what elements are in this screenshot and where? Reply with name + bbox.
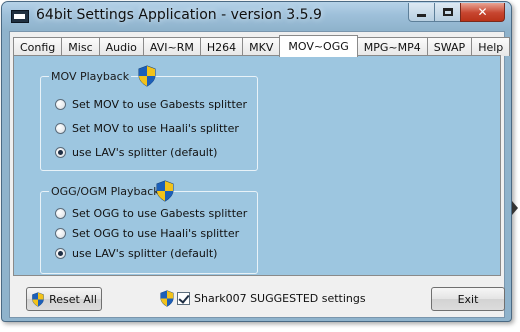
window-title: 64bit Settings Application - version 3.5… <box>36 7 322 23</box>
tab-help[interactable]: Help <box>471 37 511 56</box>
uac-shield-icon <box>159 290 175 307</box>
ogg-playback-group: OGG/OGM Playback Set OGG to use Gabests … <box>40 180 258 274</box>
uac-shield-icon <box>31 291 45 307</box>
minimize-button[interactable] <box>408 3 435 22</box>
ogg-option-gabest[interactable]: Set OGG to use Gabests splitter <box>55 206 247 220</box>
mov-option-gabest-label: Set MOV to use Gabests splitter <box>72 97 248 111</box>
tab-audio[interactable]: Audio <box>98 37 144 56</box>
uac-shield-icon <box>155 180 175 202</box>
close-icon: ✕ <box>477 5 488 19</box>
ogg-group-title: OGG/OGM Playback <box>49 185 162 198</box>
mov-option-haali[interactable]: Set MOV to use Haali's splitter <box>55 121 239 135</box>
title-bar[interactable]: 64bit Settings Application - version 3.5… <box>2 2 511 30</box>
mov-option-gabest[interactable]: Set MOV to use Gabests splitter <box>55 97 247 111</box>
tab-misc[interactable]: Misc <box>61 37 100 56</box>
maximize-button[interactable] <box>434 3 461 22</box>
app-icon[interactable] <box>11 10 29 23</box>
suggested-settings-checkbox[interactable] <box>177 292 190 305</box>
mov-ogg-panel: MOV Playback Set MOV to use Gabests spli… <box>13 55 501 276</box>
resize-arrow-icon <box>512 201 518 215</box>
mov-option-haali-label: Set MOV to use Haali's splitter <box>72 121 239 135</box>
tab-mpg-mp4[interactable]: MPG~MP4 <box>356 37 428 56</box>
mov-option-lav-label: use LAV's splitter (default) <box>72 145 218 159</box>
mov-radio-haali[interactable] <box>55 122 66 134</box>
ogg-radio-haali[interactable] <box>55 227 66 239</box>
tab-config[interactable]: Config <box>13 37 63 56</box>
client-area: Config Misc Audio AVI~RM H264 MKV MOV~OG… <box>9 31 511 318</box>
ogg-radio-lav[interactable] <box>55 247 66 259</box>
ogg-option-haali[interactable]: Set OGG to use Haali's splitter <box>55 226 239 240</box>
minimize-icon <box>417 13 426 17</box>
ogg-option-haali-label: Set OGG to use Haali's splitter <box>72 226 240 240</box>
suggested-settings-option[interactable]: Shark007 SUGGESTED settings <box>159 290 366 307</box>
tab-mkv[interactable]: MKV <box>242 37 281 56</box>
app-window: 64bit Settings Application - version 3.5… <box>1 1 512 322</box>
tab-h264[interactable]: H264 <box>199 37 244 56</box>
ogg-option-lav-label: use LAV's splitter (default) <box>72 246 218 260</box>
mov-radio-lav[interactable] <box>55 146 66 158</box>
reset-all-label: Reset All <box>49 292 97 306</box>
mov-group-title: MOV Playback <box>49 70 132 83</box>
reset-all-button[interactable]: Reset All <box>26 287 102 311</box>
tab-strip: Config Misc Audio AVI~RM H264 MKV MOV~OG… <box>13 35 511 57</box>
close-button[interactable]: ✕ <box>460 3 505 22</box>
suggested-settings-label: Shark007 SUGGESTED settings <box>194 292 366 305</box>
ogg-option-gabest-label: Set OGG to use Gabests splitter <box>72 206 248 220</box>
ogg-option-lav[interactable]: use LAV's splitter (default) <box>55 246 217 260</box>
ogg-radio-gabest[interactable] <box>55 207 66 219</box>
tab-avi-rm[interactable]: AVI~RM <box>142 37 201 56</box>
uac-shield-icon <box>137 65 157 87</box>
exit-button[interactable]: Exit <box>431 287 505 311</box>
mov-option-lav[interactable]: use LAV's splitter (default) <box>55 145 217 159</box>
mov-playback-group: MOV Playback Set MOV to use Gabests spli… <box>40 65 258 171</box>
tab-mov-ogg[interactable]: MOV~OGG <box>279 35 358 57</box>
tab-swap[interactable]: SWAP <box>426 37 473 56</box>
maximize-icon <box>442 8 453 16</box>
mov-radio-gabest[interactable] <box>55 98 66 110</box>
